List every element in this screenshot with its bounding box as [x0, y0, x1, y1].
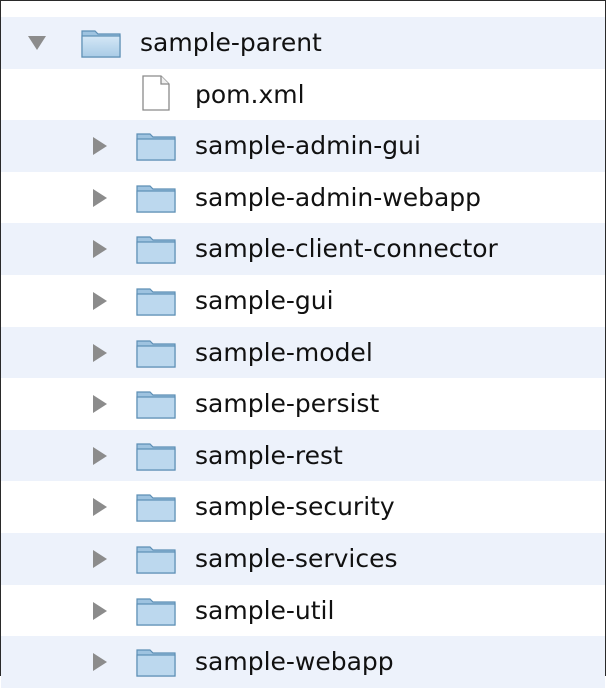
tree-row-sample-rest[interactable]: sample-rest	[1, 429, 605, 482]
tree-item-label: pom.xml	[195, 79, 305, 109]
disclosure-collapsed-icon[interactable]	[93, 653, 107, 672]
folder-icon	[136, 649, 176, 677]
disclosure-expanded-icon[interactable]	[28, 36, 46, 50]
disclosure-collapsed-icon[interactable]	[93, 188, 107, 207]
disclosure-collapsed-icon[interactable]	[93, 549, 107, 568]
tree-row-sample-services[interactable]: sample-services	[1, 532, 605, 585]
tree-row-sample-model[interactable]: sample-model	[1, 326, 605, 379]
tree-item-label: sample-admin-webapp	[195, 182, 482, 212]
tree-row-sample-client-connector[interactable]: sample-client-connector	[1, 223, 605, 275]
tree-item-label: sample-model	[195, 337, 373, 367]
disclosure-collapsed-icon[interactable]	[93, 291, 107, 310]
tree-item-label: sample-persist	[195, 389, 380, 419]
tree-item-label: sample-security	[195, 492, 395, 522]
folder-icon	[136, 391, 176, 419]
tree-item-label: sample-gui	[195, 285, 334, 315]
tree-row-sample-parent[interactable]: sample-parent	[1, 17, 605, 69]
disclosure-collapsed-icon[interactable]	[93, 498, 107, 517]
folder-icon	[136, 236, 176, 264]
folder-icon	[136, 494, 176, 522]
tree-item-label: sample-rest	[195, 440, 343, 470]
folder-icon	[136, 546, 176, 574]
folder-icon	[136, 597, 176, 626]
disclosure-collapsed-icon[interactable]	[93, 137, 107, 156]
tree-item-label: sample-util	[195, 595, 335, 625]
tree-row-sample-admin-gui[interactable]: sample-admin-gui	[1, 120, 605, 172]
tree-row-sample-gui[interactable]: sample-gui	[1, 274, 605, 327]
folder-icon	[136, 339, 176, 368]
tree-item-label: sample-admin-gui	[195, 131, 421, 161]
tree-item-label: sample-webapp	[195, 647, 394, 677]
disclosure-collapsed-icon[interactable]	[93, 446, 107, 465]
tree-item-label: sample-parent	[140, 28, 322, 57]
disclosure-collapsed-icon[interactable]	[93, 240, 107, 259]
disclosure-collapsed-icon[interactable]	[93, 343, 107, 362]
disclosure-collapsed-icon[interactable]	[93, 395, 107, 414]
tree-row-sample-admin-webapp[interactable]: sample-admin-webapp	[1, 171, 605, 224]
folder-icon	[136, 288, 176, 316]
folder-icon	[136, 185, 176, 213]
file-tree-panel: sample-parent pom.xml sample-admin-gui s…	[0, 0, 606, 688]
tree-row-sample-util[interactable]: sample-util	[1, 584, 605, 637]
tree-item-label: sample-services	[195, 543, 398, 573]
disclosure-collapsed-icon[interactable]	[93, 601, 107, 620]
folder-icon	[136, 133, 176, 161]
tree-row-pom-xml[interactable]: pom.xml	[1, 68, 605, 121]
document-icon	[142, 74, 170, 111]
folder-icon	[136, 443, 176, 471]
folder-icon	[81, 30, 121, 58]
tree-row-sample-persist[interactable]: sample-persist	[1, 378, 605, 430]
tree-row-sample-webapp[interactable]: sample-webapp	[1, 636, 605, 688]
tree-item-label: sample-client-connector	[195, 234, 498, 264]
file-tree: sample-parent pom.xml sample-admin-gui s…	[1, 17, 605, 688]
tree-row-sample-security[interactable]: sample-security	[1, 481, 605, 533]
